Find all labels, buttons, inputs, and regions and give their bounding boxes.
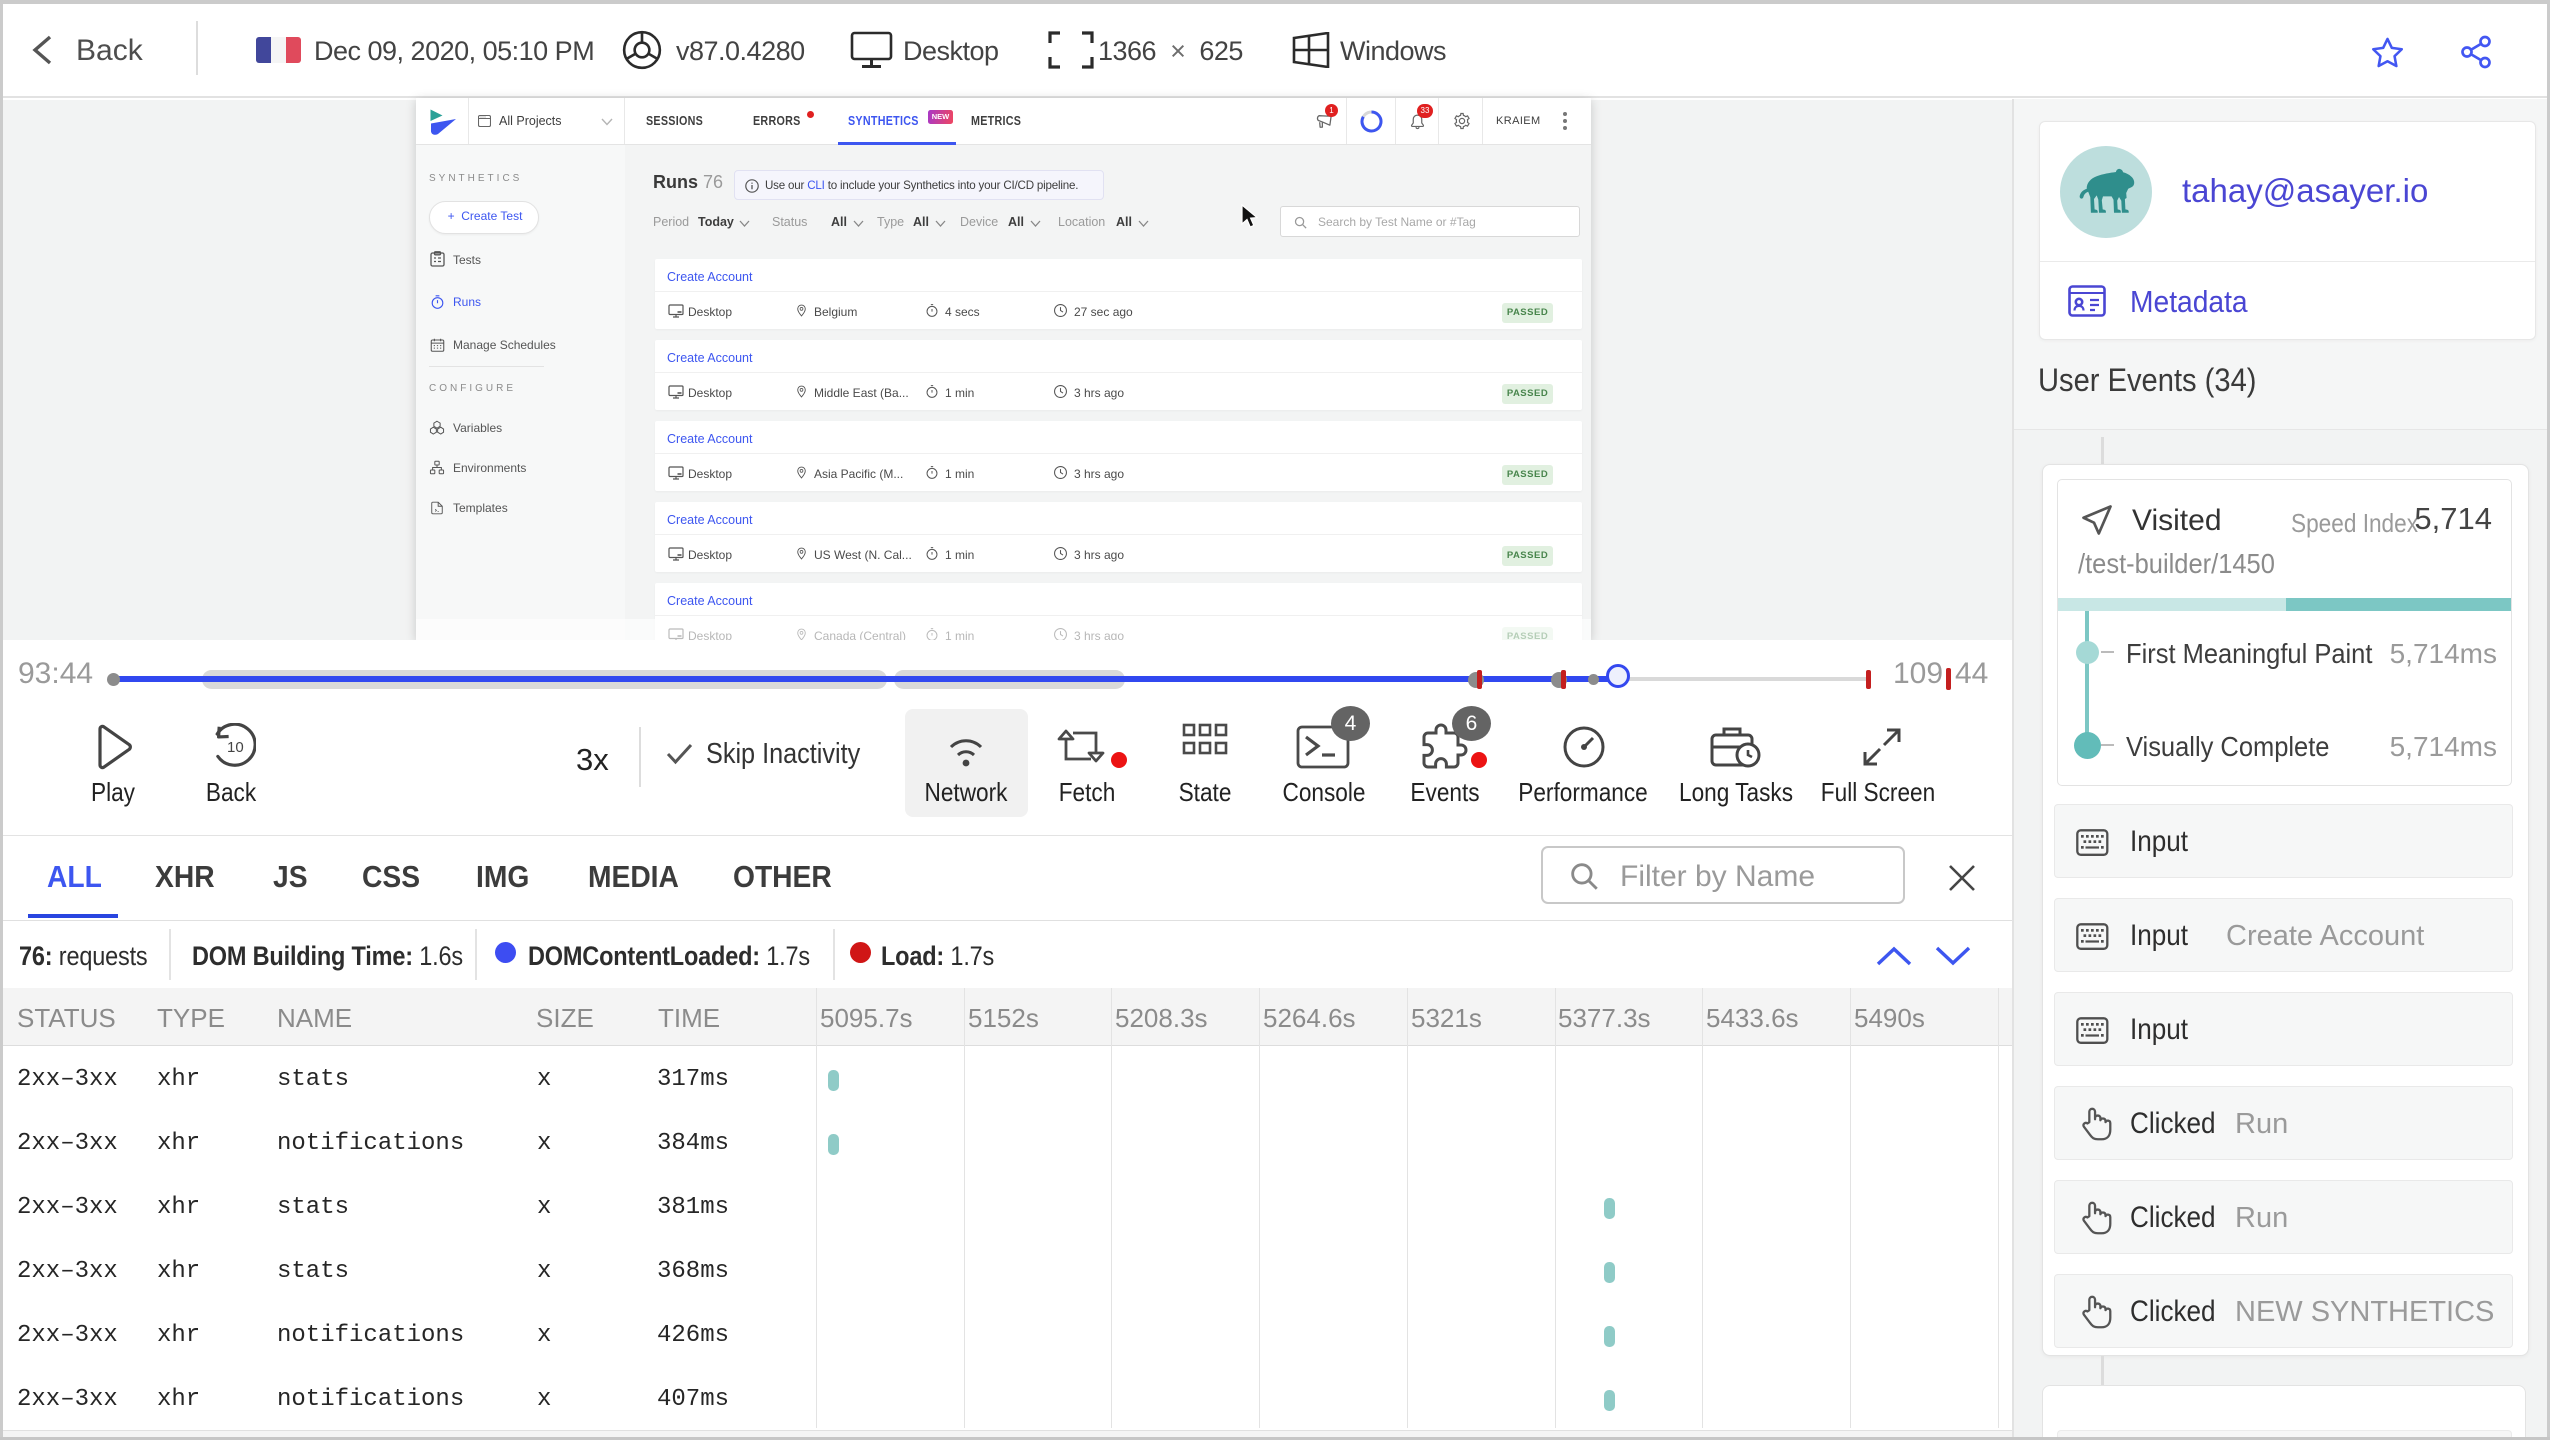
svg-text:10: 10 <box>227 739 244 756</box>
